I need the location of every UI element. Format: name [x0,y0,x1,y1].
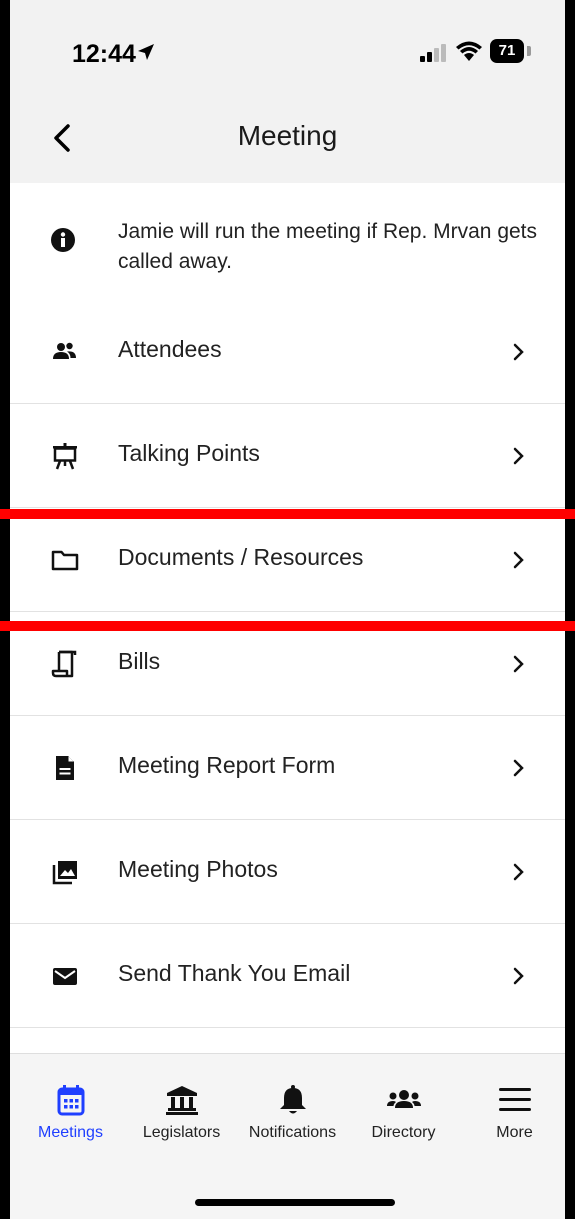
tab-label: More [496,1124,533,1141]
menu-item-talking-points[interactable]: Talking Points [10,404,565,508]
menu-item-documents[interactable]: Documents / Resources [10,508,565,612]
tab-meetings[interactable]: Meetings [15,1076,126,1156]
menu-item-thank-you-email[interactable]: Send Thank You Email [10,924,565,1028]
status-bar: 12:44 71 [10,0,565,100]
battery-indicator: 71 [490,39,524,63]
presentation-icon [53,443,77,470]
tab-notifications[interactable]: Notifications [237,1076,348,1156]
home-indicator [195,1199,395,1206]
tab-label: Meetings [38,1124,103,1141]
status-time: 12:44 [72,40,136,68]
folder-icon [51,550,79,571]
info-icon [51,228,75,252]
menu-item-label: Talking Points [118,440,260,466]
highlight-line-top [0,509,575,519]
group-icon [386,1090,421,1108]
menu-item-photos[interactable]: Meeting Photos [10,820,565,924]
signal-icon [420,44,446,62]
document-icon [56,756,74,780]
tab-more[interactable]: More [459,1076,565,1156]
tab-bar: Meetings Legislators Notifications Direc… [10,1053,565,1219]
meeting-menu: Jamie will run the meeting if Rep. Mrvan… [10,183,565,1053]
bell-icon [279,1085,306,1114]
menu-item-label: Documents / Resources [118,544,364,570]
tab-label: Notifications [248,1124,337,1141]
menu-item-label: Bills [118,648,161,674]
chevron-right-icon [513,447,524,465]
note-text: Jamie will run the meeting if Rep. Mrvan… [118,220,538,273]
location-arrow-icon [138,44,154,60]
envelope-icon [53,968,77,985]
phone-screen: 12:44 71 Meeting Jamie will run the meet… [10,0,565,1219]
menu-item-label: Send Thank You Email [118,960,351,986]
chevron-right-icon [513,863,524,881]
tab-directory[interactable]: Directory [348,1076,459,1156]
menu-item-label: Attendees [118,336,222,362]
menu-item-label: Meeting Photos [118,856,278,882]
bank-icon [165,1086,198,1115]
tab-legislators[interactable]: Legislators [126,1076,237,1156]
menu-item-label: Meeting Report Form [118,752,336,778]
scroll-icon [51,650,77,678]
menu-item-attendees[interactable]: Attendees [10,300,565,404]
chevron-right-icon [513,759,524,777]
people-icon [53,342,76,359]
chevron-right-icon [513,343,524,361]
tab-label: Legislators [142,1124,221,1141]
calendar-icon [57,1085,84,1116]
photo-library-icon [52,861,77,885]
wifi-icon [456,41,482,61]
chevron-right-icon [513,655,524,673]
meeting-note: Jamie will run the meeting if Rep. Mrvan… [10,183,565,301]
battery-tip [527,46,531,56]
chevron-right-icon [513,967,524,985]
menu-icon [498,1088,531,1111]
tab-label: Directory [371,1124,436,1141]
highlight-line-bottom [0,621,575,631]
menu-item-report-form[interactable]: Meeting Report Form [10,716,565,820]
page-title: Meeting [237,120,338,151]
chevron-right-icon [513,551,524,569]
